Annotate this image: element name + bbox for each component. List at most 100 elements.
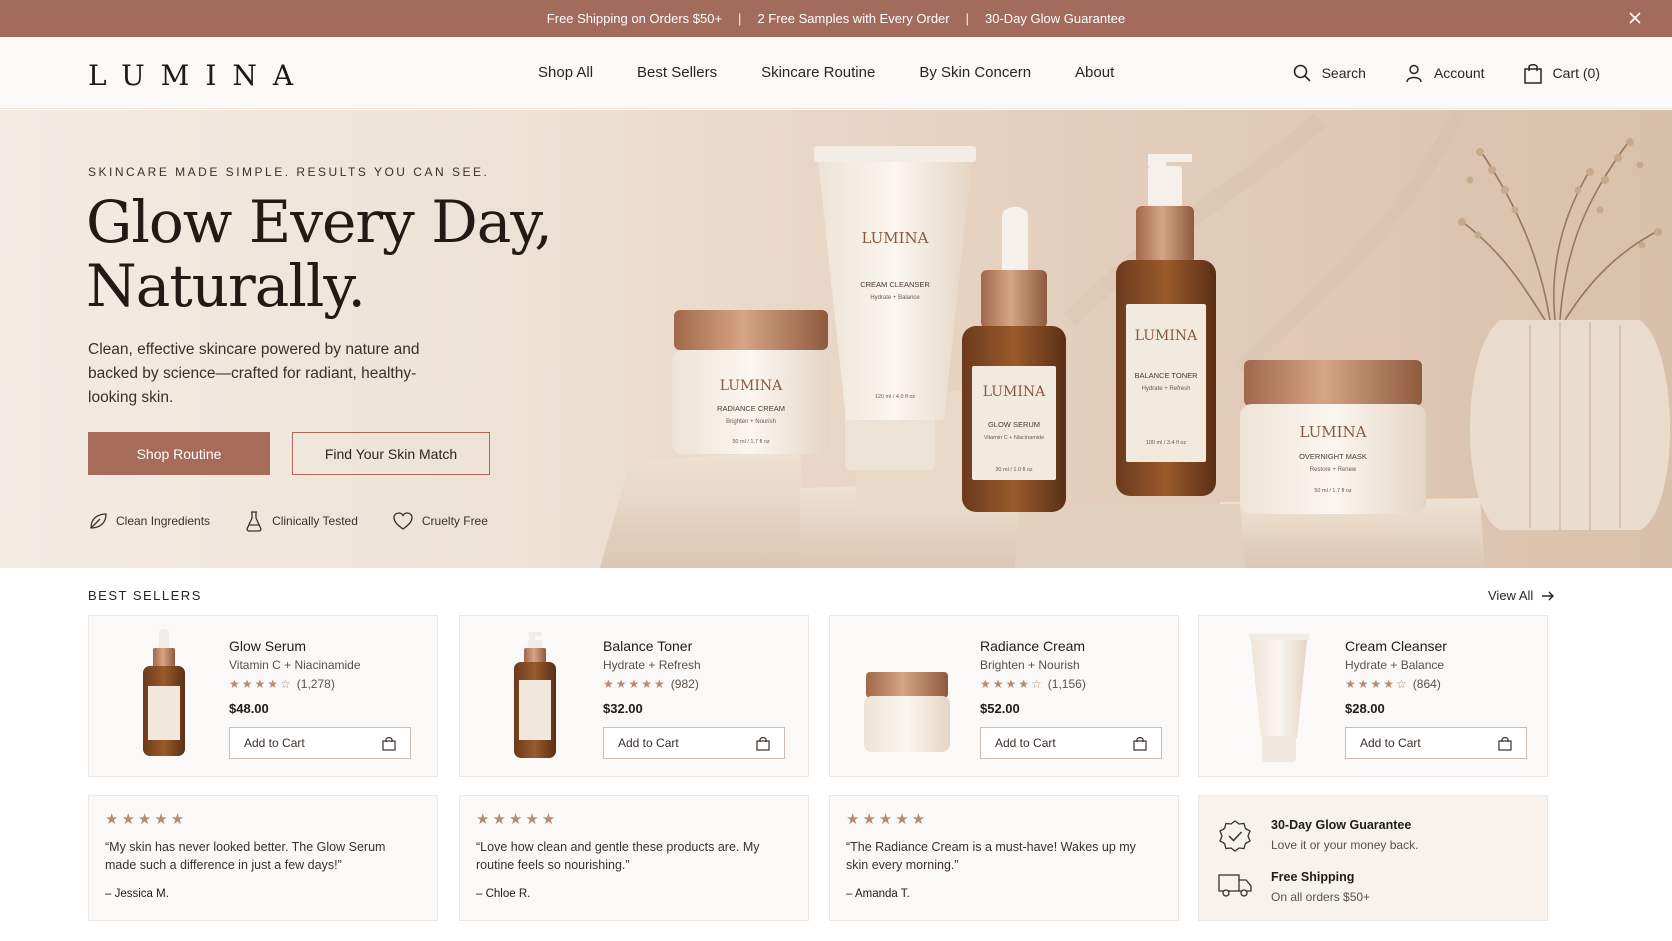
product-name[interactable]: Radiance Cream [980,638,1085,654]
mask-label: OVERNIGHT MASK [1299,452,1367,461]
review-stars: ★★★★★ [476,811,559,828]
cream-cleanser-image [1249,634,1309,762]
glow-serum-image [143,629,185,756]
serum-label: GLOW SERUM [988,420,1040,429]
nav-about[interactable]: About [1075,64,1114,81]
shopping-bag-icon [382,736,396,751]
add-to-cart-button[interactable]: Add to Cart [1345,727,1527,759]
brand-logo[interactable]: LUMINA [88,59,309,92]
badge-check-icon [1219,820,1251,852]
shopping-bag-icon [1523,64,1542,84]
review-count: (1,156) [1047,677,1086,691]
product-price: $32.00 [603,701,643,716]
feature-label: Clinically Tested [272,514,358,528]
product-name[interactable]: Cream Cleanser [1345,638,1447,654]
add-to-cart-label: Add to Cart [995,736,1056,750]
hero-product-image: LUMINA RADIANCE CREAM Brighten + Nourish… [600,110,1670,568]
search-button[interactable]: Search [1292,63,1366,83]
rating-stars: ★★★★★ [603,677,667,691]
toner-brand: LUMINA [1135,328,1198,344]
review-card: ★★★★★ “Love how clean and gentle these p… [459,795,809,921]
find-skin-match-button[interactable]: Find Your Skin Match [292,432,490,475]
view-all-link[interactable]: View All [1488,588,1555,603]
review-author: – Chloe R. [476,888,531,900]
account-button[interactable]: Account [1404,63,1485,83]
close-icon[interactable] [1626,9,1644,27]
arrow-right-icon [1542,591,1555,600]
user-icon [1406,64,1422,83]
product-card-glow-serum[interactable]: Glow Serum Vitamin C + Niacinamide ★★★★☆… [88,615,438,777]
toner-sub: Hydrate + Refresh [1142,386,1191,392]
cleanser-label: CREAM CLEANSER [860,280,930,289]
review-quote: “The Radiance Cream is a must-have! Wake… [846,840,1136,872]
product-price: $48.00 [229,701,269,716]
shipping-title: Free Shipping [1271,870,1355,884]
hero-subtext: Clean, effective skincare powered by nat… [88,341,420,406]
review-stars: ★★★★★ [846,811,929,828]
review-card: ★★★★★ “My skin has never looked better. … [88,795,438,921]
nav-menu: Shop All Best Sellers Skincare Routine B… [538,64,1158,81]
nav-best-sellers[interactable]: Best Sellers [637,64,717,81]
shipping-row: Free Shipping On all orders $50+ [1217,870,1370,904]
shopping-bag-icon [756,736,770,751]
shipping-desc: On all orders $50+ [1271,890,1371,904]
leaf-icon [90,513,107,529]
feature-clean-ingredients: Clean Ingredients [88,511,210,531]
announcement-shipping: Free Shipping on Orders $50+ [546,11,723,26]
radiance-label: RADIANCE CREAM [717,404,785,413]
product-card-radiance-cream[interactable]: Radiance Cream Brighten + Nourish ★★★★☆(… [829,615,1179,777]
add-to-cart-button[interactable]: Add to Cart [980,727,1162,759]
radiance-size: 50 ml / 1.7 fl oz [732,439,770,445]
announcement-samples: 2 Free Samples with Every Order [757,11,950,26]
review-quote: “My skin has never looked better. The Gl… [105,840,386,872]
product-card-cream-cleanser[interactable]: Cream Cleanser Hydrate + Balance ★★★★☆ (8… [1198,615,1548,777]
review-count: (864) [1412,677,1441,691]
hero-headline: Glow Every Day, Naturally. [86,188,553,320]
announcement-bar: Free Shipping on Orders $50+ | 2 Free Sa… [0,0,1672,37]
product-name[interactable]: Balance Toner [603,638,692,654]
serum-size: 30 ml / 1.0 fl oz [995,467,1033,473]
rating-stars: ★★★★☆ [1345,677,1409,691]
add-to-cart-label: Add to Cart [244,736,305,750]
guarantee-desc: Love it or your money back. [1271,838,1419,852]
nav-skincare-routine[interactable]: Skincare Routine [761,64,875,81]
announcement-separator: | [965,11,970,26]
mask-brand: LUMINA [1299,423,1366,441]
announcement-separator: | [738,11,742,26]
product-price: $28.00 [1345,701,1385,716]
cleanser-brand: LUMINA [861,229,928,247]
add-to-cart-button[interactable]: Add to Cart [603,727,785,759]
rating-stars: ★★★★☆ [980,677,1044,691]
feature-label: Clean Ingredients [116,514,211,528]
product-rating: ★★★★★ (982) [603,677,699,691]
best-sellers-title: BEST SELLERS [88,588,202,603]
product-description: Hydrate + Balance [1345,658,1445,672]
guarantee-card: 30-Day Glow Guarantee Love it or your mo… [1198,795,1548,921]
cart-button[interactable]: Cart (0) [1523,62,1600,84]
product-card-balance-toner[interactable]: Balance Toner Hydrate + Refresh ★★★★★ (98… [459,615,809,777]
add-to-cart-label: Add to Cart [618,736,679,750]
review-quote: “Love how clean and gentle these product… [476,840,760,872]
product-description: Brighten + Nourish [980,658,1080,672]
shop-routine-button[interactable]: Shop Routine [88,432,270,475]
review-card: ★★★★★ “The Radiance Cream is a must-have… [829,795,1179,921]
hero-headline-line1: Glow Every Day, [86,188,553,256]
product-rating: ★★★★☆ (864) [1345,677,1441,691]
add-to-cart-label: Add to Cart [1360,736,1421,750]
radiance-cream-image [864,672,950,752]
add-to-cart-button[interactable]: Add to Cart [229,727,411,759]
hero-headline-line2: Naturally. [86,252,366,320]
product-description: Hydrate + Refresh [603,658,701,672]
nav-shop-all[interactable]: Shop All [538,64,593,81]
nav-by-skin-concern[interactable]: By Skin Concern [919,64,1031,81]
hero-section: LUMINA RADIANCE CREAM Brighten + Nourish… [0,110,1672,568]
search-label: Search [1321,65,1366,81]
hero-features: Clean Ingredients Clinically Tested Crue… [88,510,522,532]
product-name[interactable]: Glow Serum [229,638,306,654]
search-icon [1293,64,1311,82]
review-stars: ★★★★★ [105,811,188,828]
feature-label: Cruelty Free [421,514,488,528]
truck-icon [1218,874,1252,897]
mask-sub: Restore + Renew [1310,467,1357,473]
review-author: – Amanda T. [846,888,910,900]
